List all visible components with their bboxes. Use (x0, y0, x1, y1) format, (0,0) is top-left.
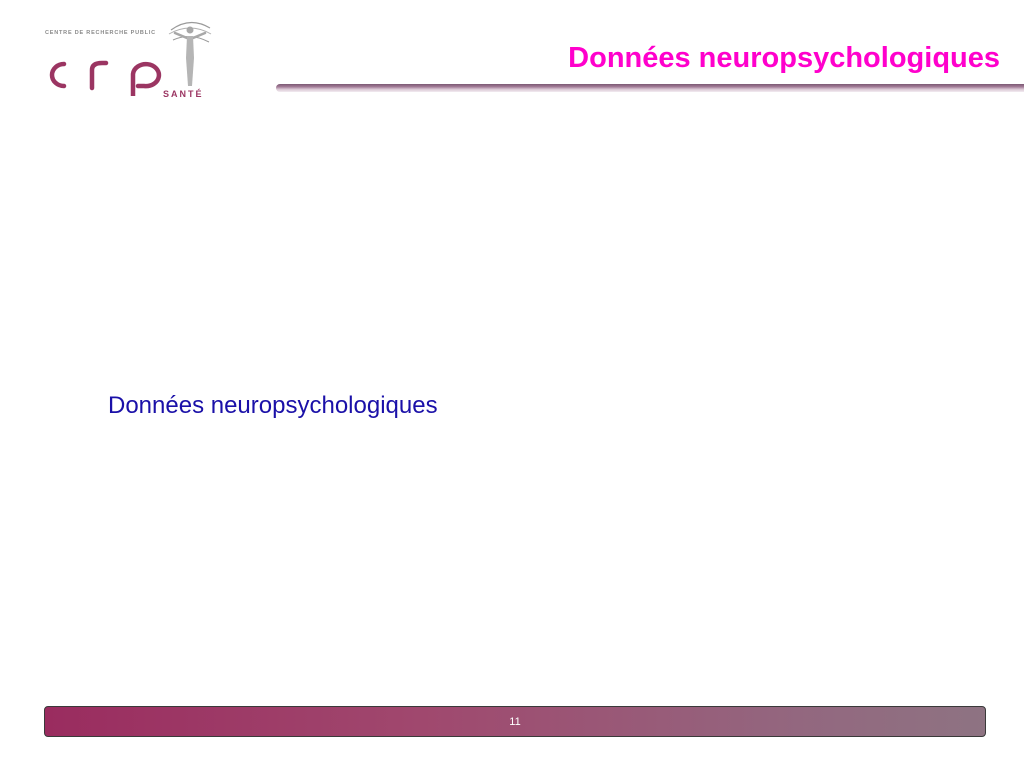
logo-org-line: CENTRE DE RECHERCHE PUBLIC (45, 30, 156, 36)
page-number: 11 (509, 716, 521, 728)
title-divider (276, 84, 1024, 92)
logo-sante: SANTÉ (163, 89, 204, 99)
human-figure-icon (168, 21, 212, 86)
slide: CENTRE DE RECHERCHE PUBLIC SANTÉ Données… (0, 0, 1024, 768)
crp-letters-logo (49, 60, 162, 96)
slide-title: Données neuropsychologiques (568, 42, 1000, 74)
crp-sante-logo: CENTRE DE RECHERCHE PUBLIC SANTÉ (40, 18, 220, 104)
slide-body-text: Données neuropsychologiques (108, 392, 438, 419)
footer-bar: 11 (44, 706, 986, 737)
